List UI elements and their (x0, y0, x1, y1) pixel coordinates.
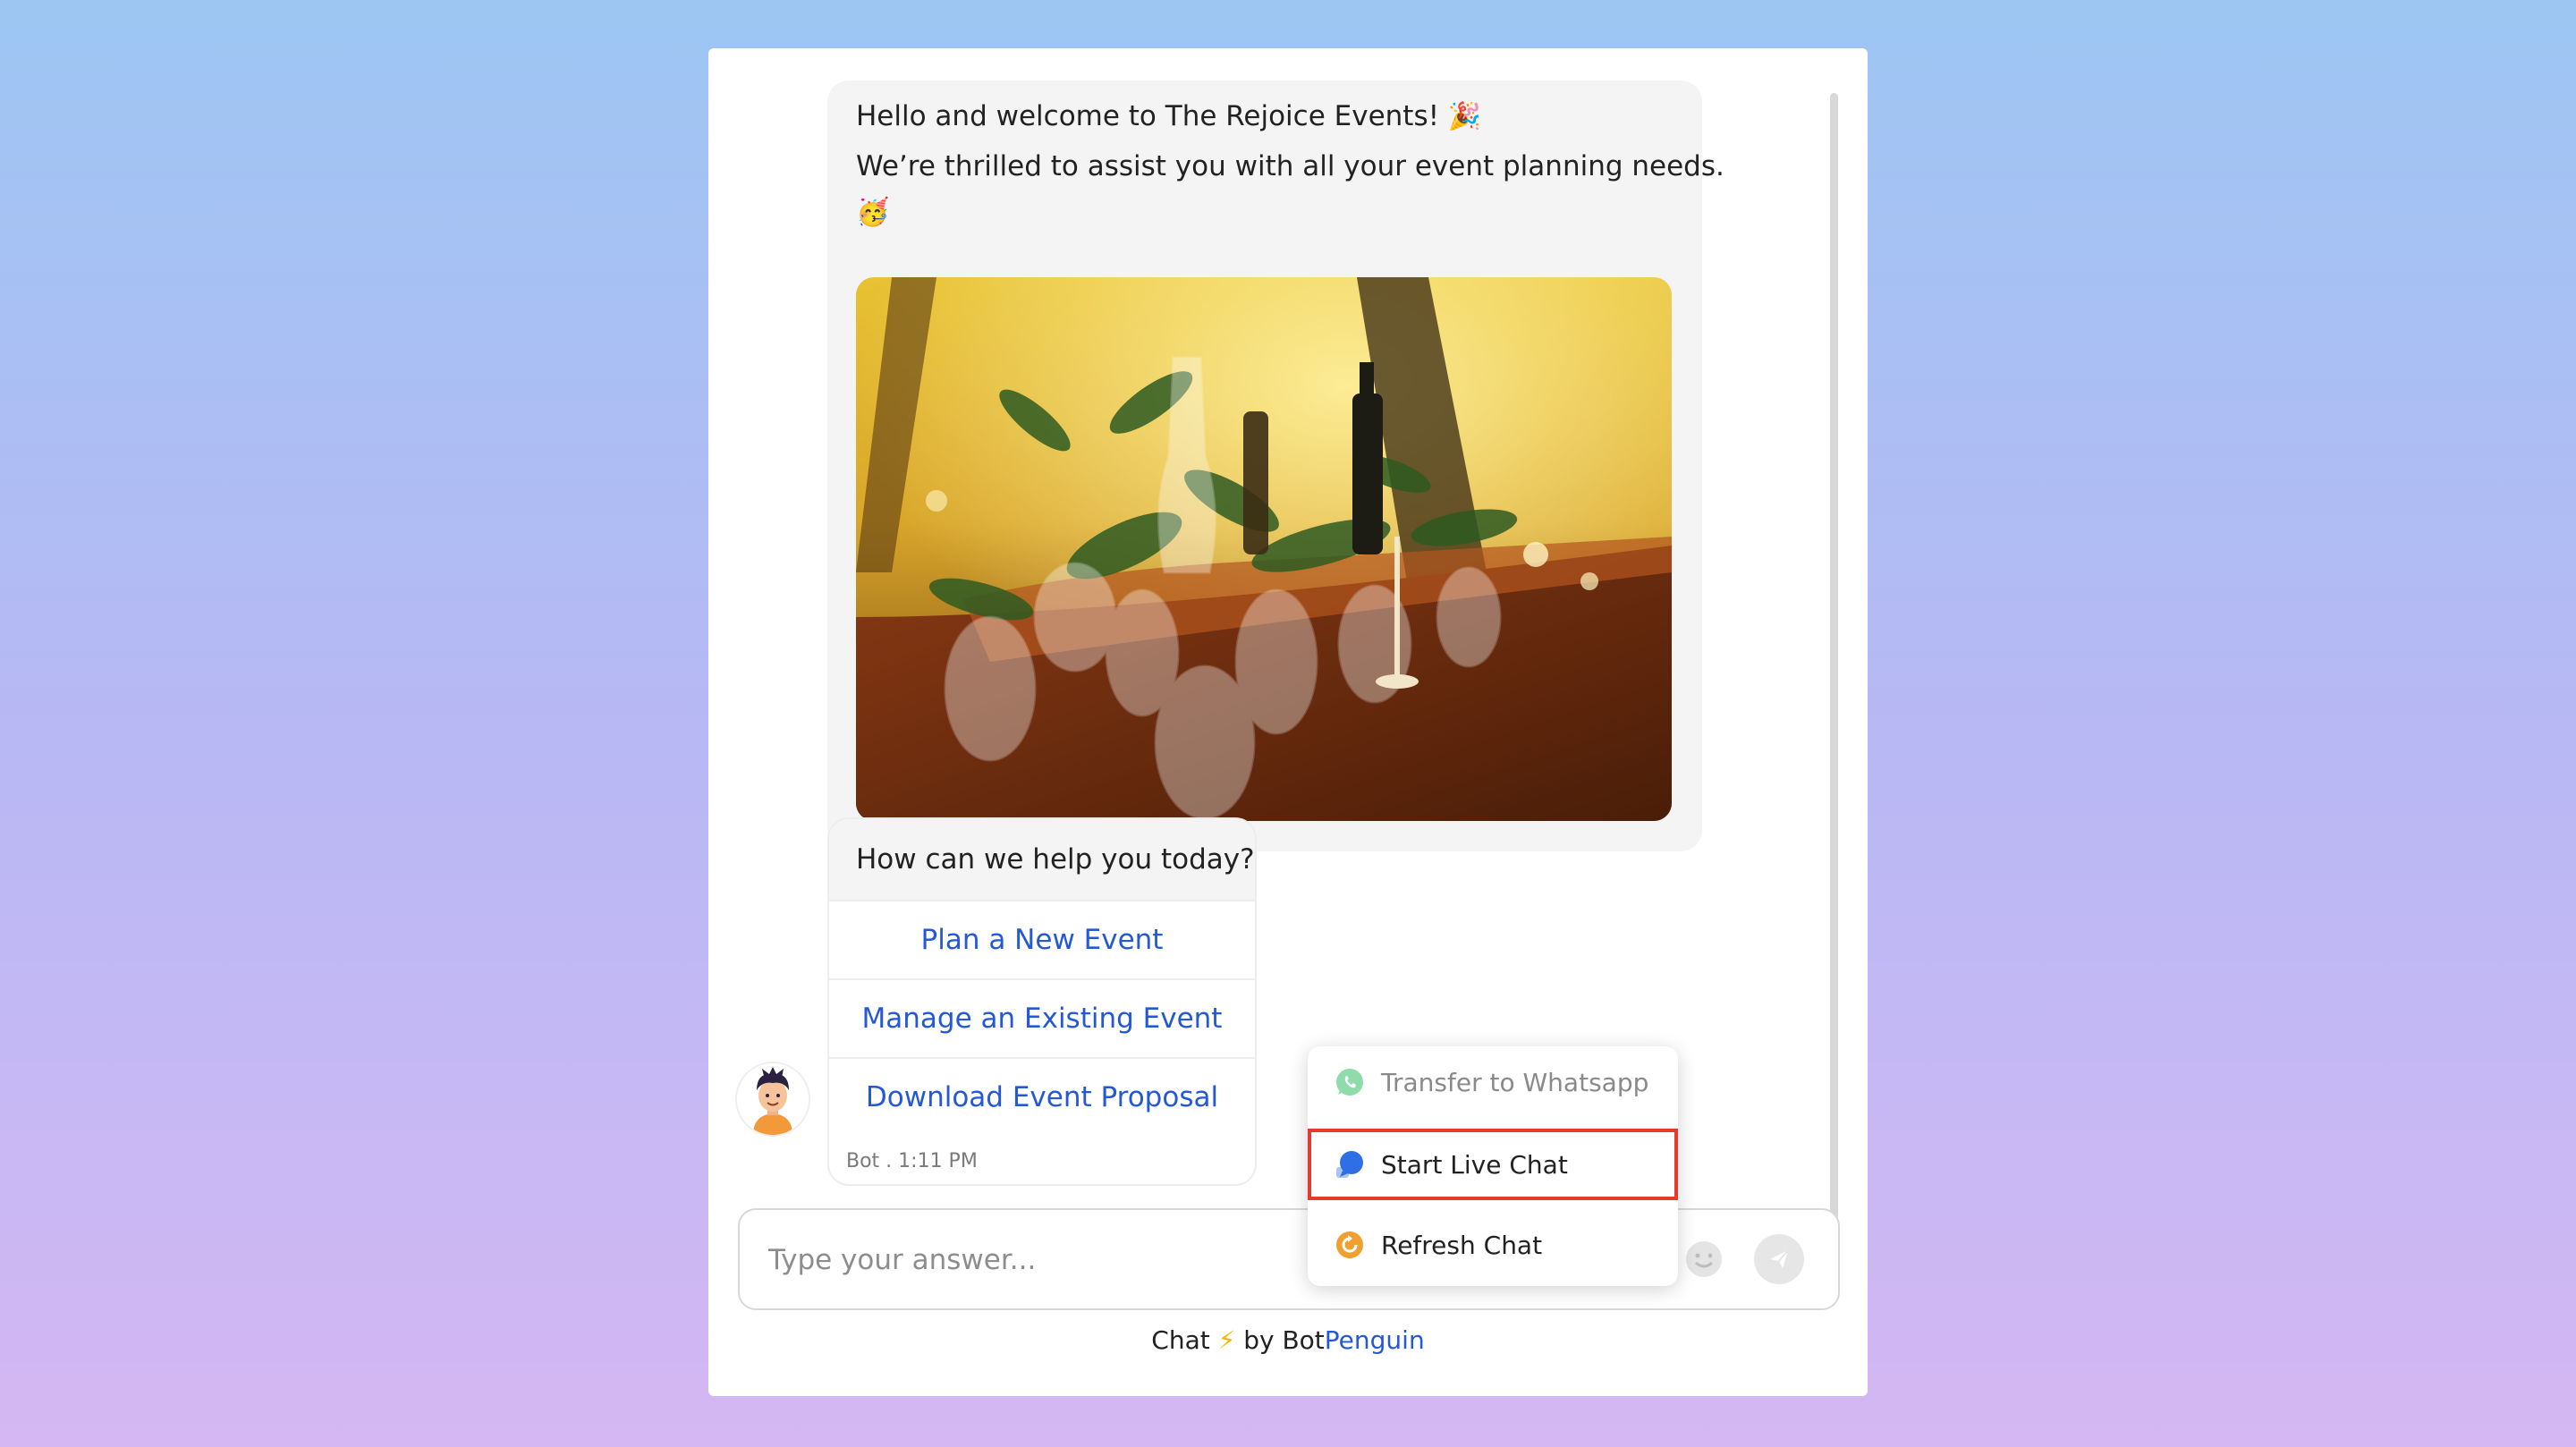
footer-chat-text: Chat (1151, 1325, 1210, 1355)
footer-brand-link[interactable]: Penguin (1325, 1325, 1425, 1355)
send-icon (1770, 1249, 1789, 1268)
welcome-line-2: We’re thrilled to assist you with all yo… (856, 150, 1724, 182)
party-face-icon: 🥳 (856, 197, 890, 228)
message-input[interactable] (767, 1237, 1396, 1283)
lightning-icon: ⚡ (1217, 1325, 1236, 1355)
option-manage-existing-event[interactable]: Manage an Existing Event (829, 978, 1255, 1057)
welcome-text: Hello and welcome to The Rejoice Events! (856, 100, 1440, 132)
menu-item-start-live-chat[interactable]: Start Live Chat (1308, 1129, 1678, 1200)
quick-reply-card: How can we help you today? Plan a New Ev… (827, 817, 1257, 1186)
welcome-line-1: Hello and welcome to The Rejoice Events!… (856, 100, 1481, 132)
chat-widget: Hello and welcome to The Rejoice Events!… (708, 48, 1868, 1396)
bot-avatar (735, 1062, 810, 1137)
party-popper-icon: 🎉 (1447, 101, 1482, 132)
whatsapp-icon (1336, 1069, 1363, 1096)
powered-by-footer: Chat ⚡ by BotPenguin (708, 1325, 1868, 1355)
chat-options-menu: Transfer to Whatsapp Start Live Chat Ref… (1308, 1046, 1678, 1286)
emoji-icon[interactable] (1684, 1240, 1724, 1279)
chat-bubble-icon (1336, 1151, 1363, 1178)
message-timestamp: Bot . 1:11 PM (846, 1150, 978, 1172)
menu-item-refresh-chat[interactable]: Refresh Chat (1308, 1209, 1678, 1281)
menu-item-label: Refresh Chat (1381, 1230, 1543, 1260)
menu-item-label: Start Live Chat (1381, 1149, 1568, 1180)
welcome-message-bubble: Hello and welcome to The Rejoice Events!… (827, 80, 1724, 851)
menu-item-transfer-whatsapp[interactable]: Transfer to Whatsapp (1308, 1046, 1678, 1118)
menu-item-label: Transfer to Whatsapp (1381, 1067, 1649, 1097)
event-table-photo (856, 277, 1672, 821)
option-download-event-proposal[interactable]: Download Event Proposal (829, 1057, 1255, 1136)
option-plan-new-event[interactable]: Plan a New Event (829, 900, 1255, 978)
footer-by-text: by Bot (1243, 1325, 1325, 1355)
question-text: How can we help you today? (829, 819, 1255, 900)
scrollbar-thumb[interactable] (1830, 93, 1838, 1256)
refresh-icon (1336, 1231, 1363, 1258)
send-button[interactable] (1754, 1234, 1804, 1284)
scrollbar[interactable] (1830, 93, 1838, 1256)
